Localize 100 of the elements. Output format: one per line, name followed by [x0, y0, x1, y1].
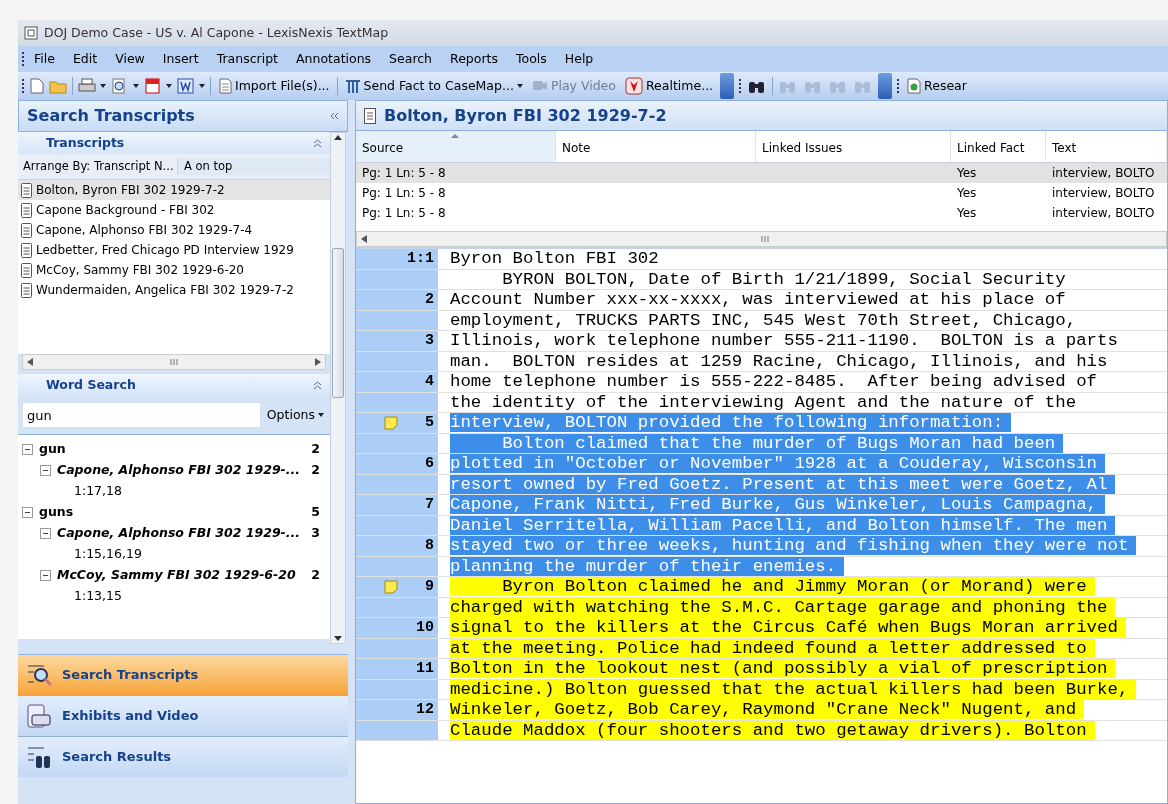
line-number: 12 — [416, 699, 434, 720]
caret-icon[interactable] — [516, 84, 523, 88]
table-row[interactable]: Pg: 1 Ln: 5 - 8 Yes interview, BOLTO — [356, 163, 1167, 183]
tree-label[interactable]: gun — [39, 440, 66, 459]
line-number: 7 — [425, 494, 434, 515]
menu-item[interactable]: View — [106, 49, 154, 69]
tree-label[interactable]: 1:17,18 — [58, 482, 122, 501]
menu-item[interactable]: Annotations — [287, 49, 381, 69]
collapse-icon[interactable] — [313, 138, 322, 148]
sort-order-header[interactable]: A on top — [178, 157, 330, 176]
column-header[interactable]: Linked Issues — [756, 131, 951, 163]
column-header[interactable]: Linked Fact — [951, 131, 1046, 163]
table-row[interactable]: Pg: 1 Ln: 5 - 8 Yes interview, BOLTO — [356, 203, 1167, 223]
hit-count: 2 — [311, 461, 320, 480]
scroll-left-icon[interactable] — [361, 235, 367, 243]
caret-icon[interactable] — [166, 84, 172, 88]
tree-label[interactable]: Capone, Alphonso FBI 302 1929-... — [57, 461, 301, 480]
collapse-icon[interactable] — [40, 465, 51, 476]
toolbar-overflow-button[interactable] — [878, 73, 893, 99]
menu-item[interactable]: File — [25, 49, 64, 69]
document-icon — [21, 182, 32, 198]
document-icon — [21, 222, 32, 238]
tree-label[interactable]: guns — [39, 503, 74, 522]
line-number: 8 — [425, 535, 434, 556]
menu-item[interactable]: Tools — [507, 49, 556, 69]
scroll-right-icon[interactable] — [315, 358, 321, 366]
column-header[interactable]: Note — [556, 131, 756, 163]
tree-label[interactable]: Capone, Alphonso FBI 302 1929-... — [57, 524, 301, 543]
line-number: 5 — [425, 412, 434, 433]
list-item[interactable]: Bolton, Byron FBI 302 1929-7-2 — [18, 180, 330, 200]
transcript-line: Illinois, work telephone number 555-211-1190. BOLTON is a parts — [450, 331, 1119, 350]
caret-icon[interactable] — [100, 84, 106, 88]
transcript-line: Byron Bolton FBI 302 — [450, 249, 660, 268]
nav-button[interactable]: Exhibits and Video — [18, 695, 348, 736]
transcript-line: employment, TRUCKS PARTS INC, 545 West 70th Street, Chicago, — [450, 310, 1078, 330]
document-icon — [364, 107, 376, 124]
word-icon[interactable] — [177, 78, 195, 94]
new-file-icon[interactable] — [30, 78, 44, 94]
caret-icon[interactable] — [318, 413, 324, 417]
document-icon — [21, 282, 32, 298]
transcript-line: the identity of the interviewing Agent and the nature of the — [450, 392, 1078, 412]
toolbar-overflow-button[interactable] — [720, 73, 735, 99]
horizontal-scrollbar[interactable] — [22, 354, 326, 370]
research-button[interactable]: Resear — [905, 76, 969, 96]
horizontal-scrollbar[interactable] — [356, 231, 1167, 247]
list-item[interactable]: Capone Background - FBI 302 — [18, 200, 330, 220]
caret-icon[interactable] — [199, 84, 205, 88]
app-icon — [24, 26, 38, 40]
pdf-icon[interactable] — [144, 78, 162, 94]
grip-icon[interactable] — [170, 358, 178, 366]
collapse-icon[interactable] — [329, 112, 339, 120]
nav-button[interactable]: Search Transcripts — [18, 654, 348, 695]
line-number: 3 — [425, 330, 434, 351]
search-field[interactable]: gun — [22, 402, 261, 428]
scrollbar-thumb[interactable] — [332, 248, 344, 398]
tree-label[interactable]: 1:13,15 — [58, 587, 122, 606]
table-cell-text: Yes — [956, 185, 978, 202]
section-title: Transcripts — [46, 133, 125, 152]
collapse-icon[interactable] — [313, 380, 322, 390]
hit-count: 3 — [311, 524, 320, 543]
collapse-icon[interactable] — [22, 444, 33, 455]
options-button[interactable]: Options — [264, 405, 326, 425]
menu-item[interactable]: Insert — [153, 49, 208, 69]
caret-icon[interactable] — [133, 84, 139, 88]
scroll-down-icon[interactable] — [334, 636, 342, 641]
collapse-icon[interactable] — [40, 570, 51, 581]
menu-item[interactable]: Edit — [63, 49, 107, 69]
vertical-scrollbar[interactable] — [330, 132, 346, 644]
nav-button[interactable]: Search Results — [18, 736, 348, 777]
menu-item[interactable]: Help — [555, 49, 603, 69]
menu-item[interactable]: Transcript — [207, 49, 288, 69]
list-item[interactable]: Wundermaiden, Angelica FBI 302 1929-7-2 — [18, 280, 330, 300]
column-header[interactable]: Source — [356, 131, 556, 163]
scroll-up-icon[interactable] — [334, 135, 342, 140]
list-item[interactable]: Capone, Alphonso FBI 302 1929-7-4 — [18, 220, 330, 240]
tree-label[interactable]: McCoy, Sammy FBI 302 1929-6-20 — [57, 566, 296, 585]
menu-item[interactable]: Search — [380, 49, 442, 69]
line-number: 6 — [425, 453, 434, 474]
document-icon — [21, 242, 32, 258]
tree-label[interactable]: 1:15,16,19 — [58, 545, 142, 564]
import-button[interactable]: Import File(s)... — [216, 76, 332, 96]
table-row[interactable]: Pg: 1 Ln: 5 - 8 Yes interview, BOLTO — [356, 183, 1167, 203]
hit-count: 5 — [311, 503, 320, 522]
table-cell-text: interview, BOLTO — [1051, 205, 1156, 222]
collapse-icon[interactable] — [40, 528, 51, 539]
scroll-left-icon[interactable] — [27, 358, 33, 366]
table-cell-text: Yes — [956, 205, 978, 222]
send-fact-button[interactable]: Send Fact to CaseMap... — [342, 76, 525, 96]
realtime-button[interactable]: Realtime... — [622, 76, 716, 96]
line-number: 10 — [416, 617, 434, 638]
binoculars-icon — [26, 744, 52, 770]
menu-item[interactable]: Reports — [441, 49, 507, 69]
table-cell-text: Pg: 1 Ln: 5 - 8 — [361, 185, 447, 202]
collapse-icon[interactable] — [22, 507, 33, 518]
column-header[interactable]: Text — [1046, 131, 1167, 163]
list-item[interactable]: Ledbetter, Fred Chicago PD Interview 1929 — [18, 240, 330, 260]
line-number: 4 — [425, 371, 434, 392]
table-cell-text: Yes — [956, 165, 978, 182]
grip-icon[interactable] — [760, 235, 769, 243]
list-item[interactable]: McCoy, Sammy FBI 302 1929-6-20 — [18, 260, 330, 280]
